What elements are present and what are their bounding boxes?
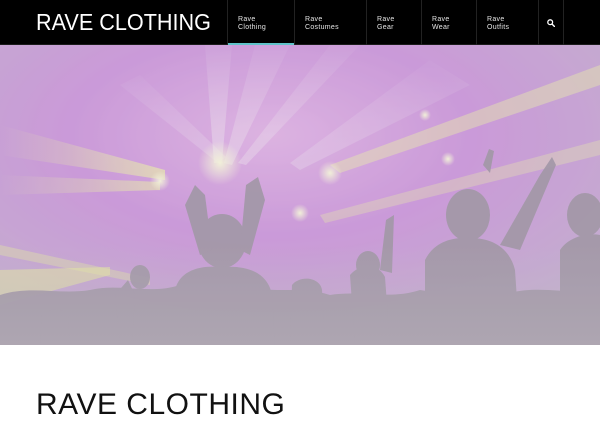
nav-item-label-line2: Outfits [487, 24, 510, 31]
nav-item-label-line1: Rave [432, 16, 450, 23]
nav-item-rave-wear[interactable]: Rave Wear [421, 0, 476, 45]
search-icon [547, 18, 555, 27]
nav-item-rave-outfits[interactable]: Rave Outfits [476, 0, 538, 45]
nav-item-rave-gear[interactable]: Rave Gear [366, 0, 421, 45]
site-header: RAVE CLOTHING Rave Clothing Rave Costume… [0, 0, 600, 45]
nav-item-label-line2: Wear [432, 24, 450, 31]
nav-item-rave-clothing[interactable]: Rave Clothing [227, 0, 294, 45]
nav-item-label-line1: Rave [487, 16, 505, 23]
hero-banner [0, 45, 600, 345]
page-heading: RAVE CLOTHING [36, 388, 286, 421]
main-nav: Rave Clothing Rave Costumes Rave Gear Ra… [227, 0, 538, 45]
nav-item-label-line1: Rave [377, 16, 395, 23]
nav-item-label-line1: Rave [238, 16, 256, 23]
nav-item-label-line2: Clothing [238, 24, 267, 31]
hero-concert-image [0, 45, 600, 345]
nav-item-label-line1: Rave [305, 16, 323, 23]
nav-item-rave-costumes[interactable]: Rave Costumes [294, 0, 366, 45]
nav-search-button[interactable] [538, 0, 564, 45]
nav-item-label-line2: Costumes [305, 24, 339, 31]
nav-item-label-line2: Gear [377, 24, 394, 31]
site-title-link[interactable]: RAVE CLOTHING [36, 9, 211, 36]
